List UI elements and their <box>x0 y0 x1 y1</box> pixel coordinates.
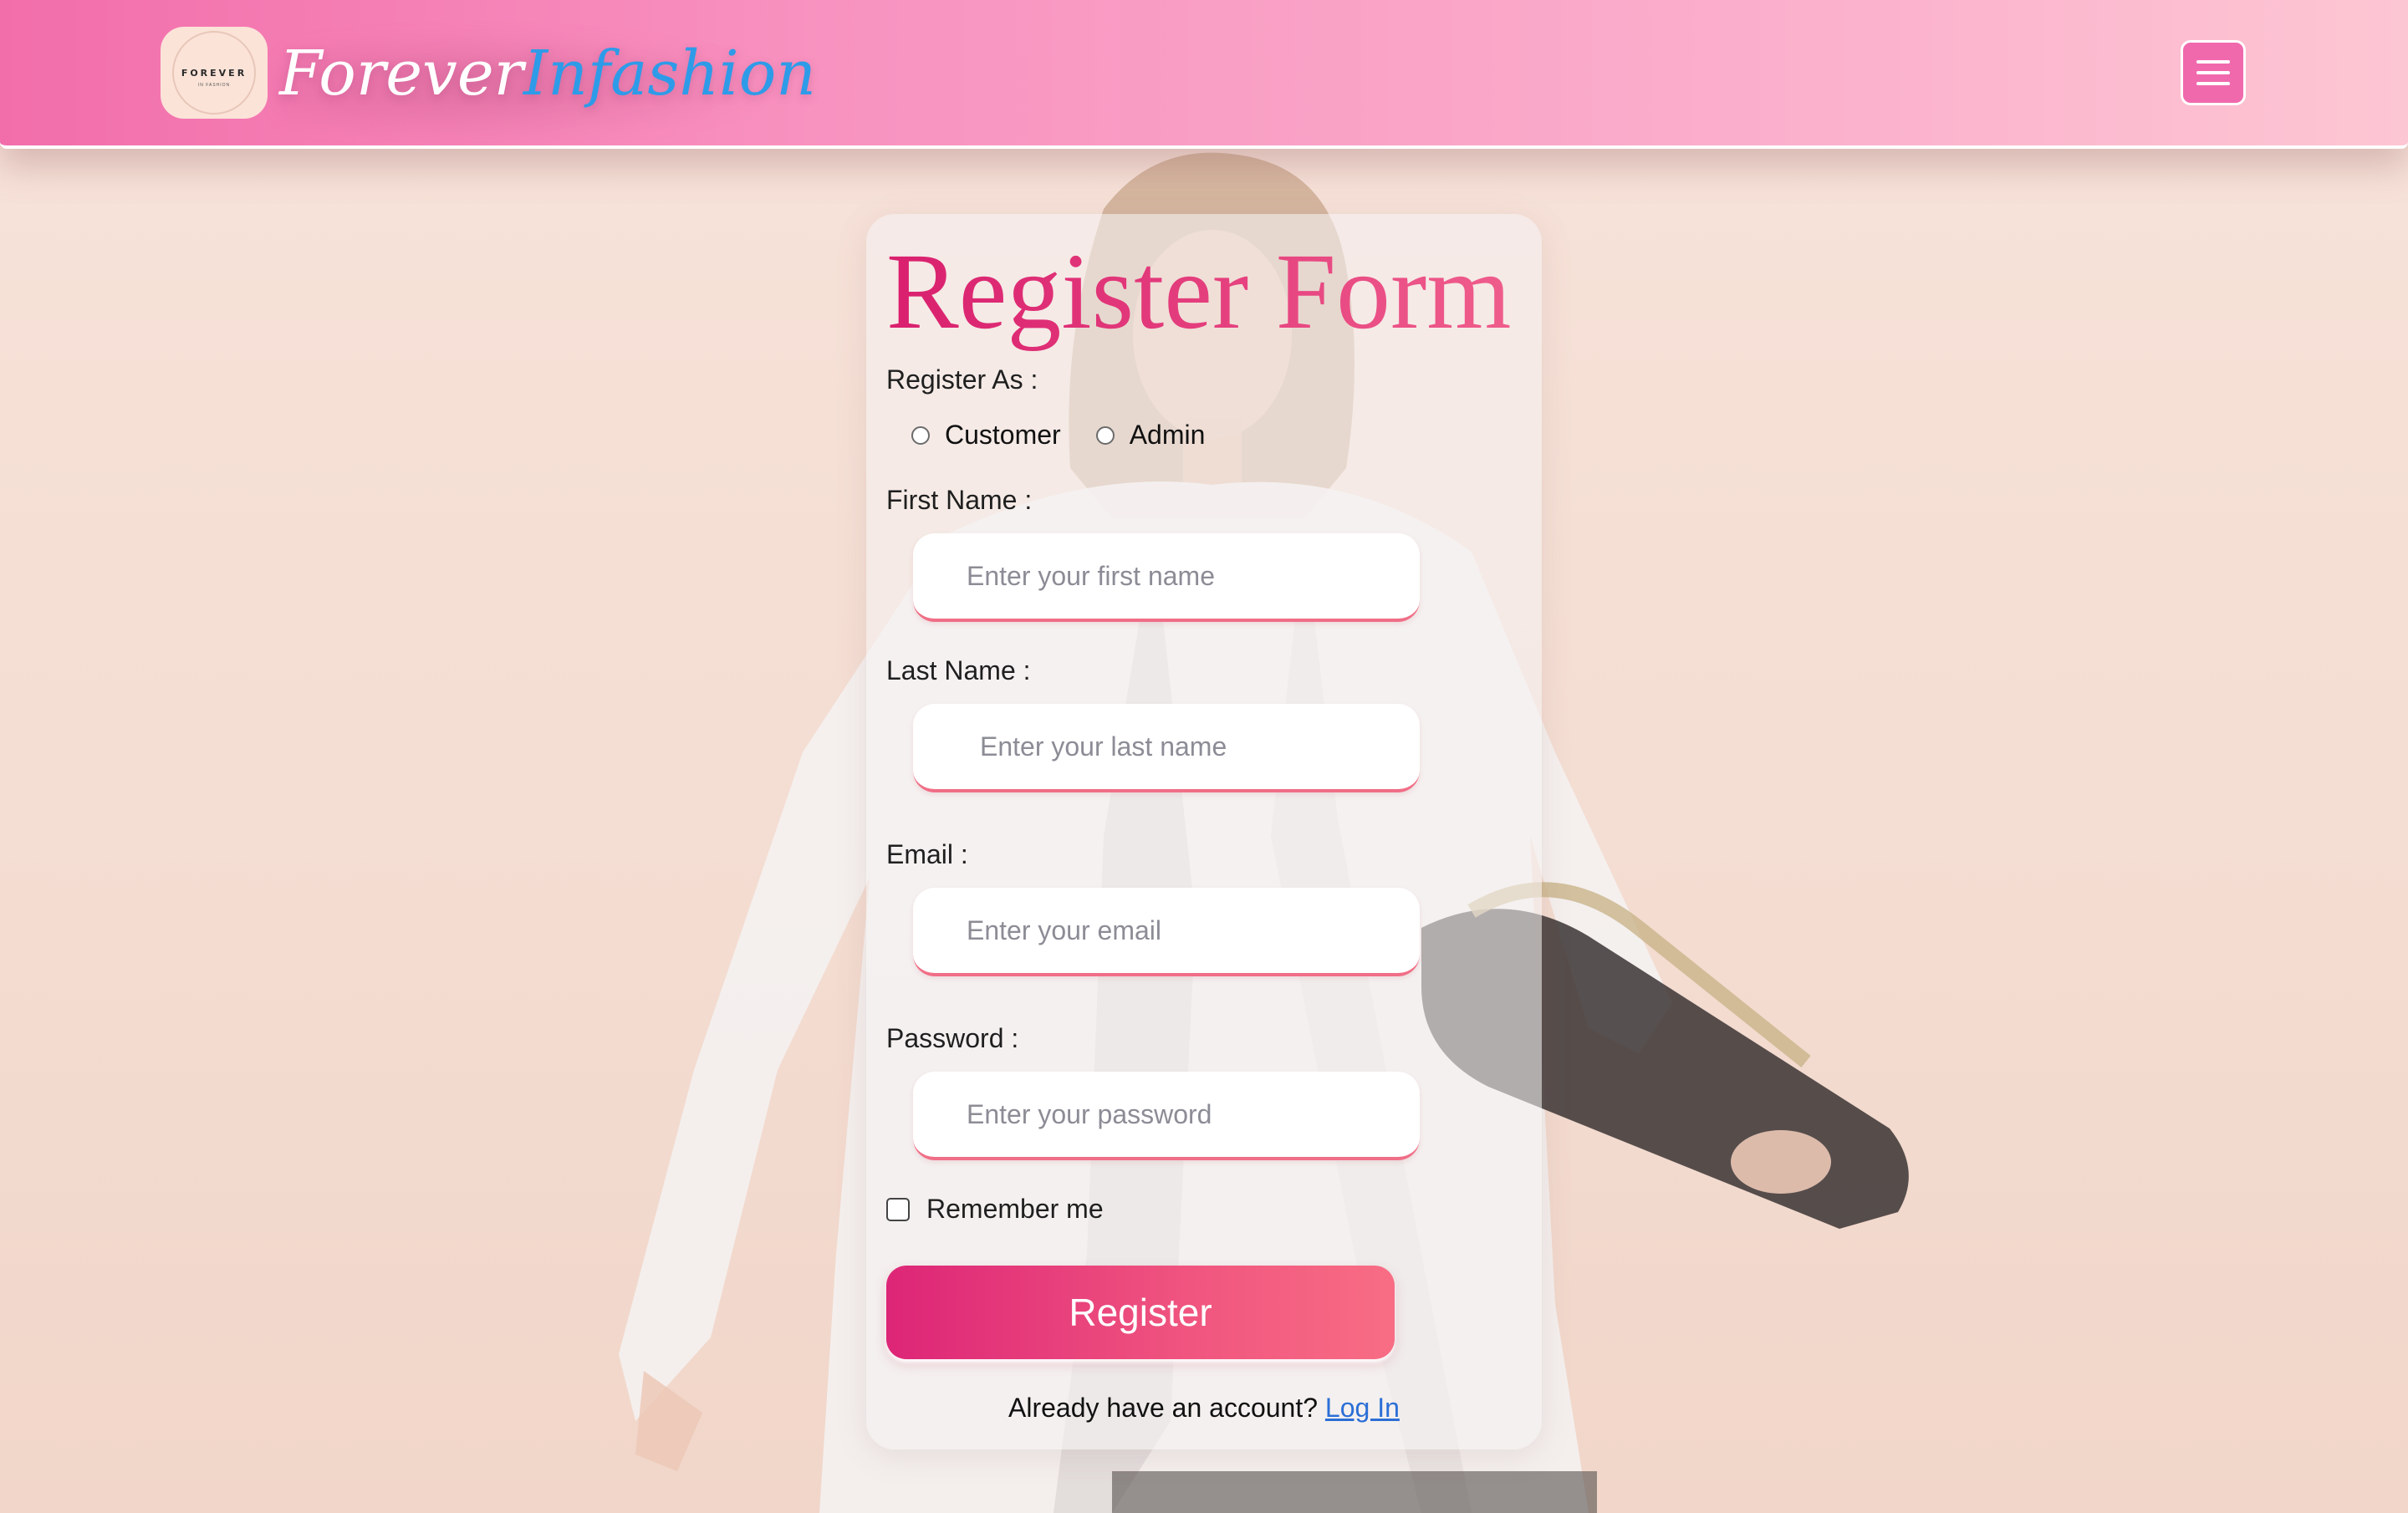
logo-subtext: IN FASHION <box>197 83 231 88</box>
brand-name-part-2: Infashion <box>523 38 816 110</box>
radio-admin-label[interactable]: Admin <box>1130 420 1206 451</box>
remember-me-label[interactable]: Remember me <box>926 1194 1104 1225</box>
menu-line <box>2196 60 2230 64</box>
brand-name-part-1: Forever <box>279 38 523 110</box>
remember-me-checkbox[interactable] <box>886 1197 910 1221</box>
site-header: FOREVER IN FASHION ForeverInfashion <box>0 0 2408 149</box>
register-button[interactable]: Register <box>886 1266 1395 1359</box>
last-name-label: Last Name : <box>886 655 1031 685</box>
menu-line <box>2196 71 2230 74</box>
form-title: Register Form <box>886 229 1511 354</box>
menu-line <box>2196 82 2230 85</box>
register-as-label: Register As : <box>886 364 1038 395</box>
hamburger-menu-icon[interactable] <box>2181 40 2246 105</box>
logo-text: FOREVER <box>181 67 247 79</box>
last-name-input[interactable] <box>913 704 1420 792</box>
first-name-label: First Name : <box>886 485 1033 515</box>
brand-name[interactable]: ForeverInfashion <box>279 33 816 114</box>
radio-customer[interactable] <box>911 425 930 445</box>
radio-admin[interactable] <box>1095 425 1115 445</box>
logo-icon: FOREVER IN FASHION <box>172 31 256 115</box>
first-name-input[interactable] <box>913 533 1420 622</box>
password-input[interactable] <box>913 1072 1420 1160</box>
remember-me-row: Remember me <box>886 1194 1104 1225</box>
email-label: Email : <box>886 839 968 869</box>
login-link[interactable]: Log In <box>1325 1393 1400 1423</box>
register-form-card: Register Form Register As : Customer Adm… <box>866 214 1542 1449</box>
logo-badge[interactable]: FOREVER IN FASHION <box>161 27 268 119</box>
role-radio-group: Customer Admin <box>911 420 1240 451</box>
email-input[interactable] <box>913 888 1420 976</box>
login-prompt-text: Already have an account? <box>1008 1393 1319 1423</box>
password-label: Password : <box>886 1023 1019 1053</box>
login-prompt: Already have an account? Log In <box>1008 1393 1400 1424</box>
radio-customer-label[interactable]: Customer <box>945 420 1061 451</box>
